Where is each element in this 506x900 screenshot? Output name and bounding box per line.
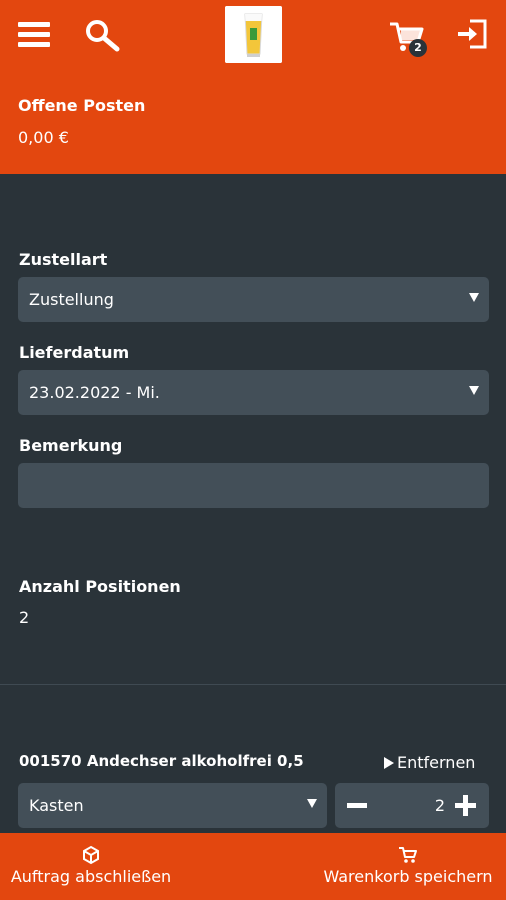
delivery-type-label: Zustellart bbox=[19, 250, 108, 269]
search-icon[interactable] bbox=[84, 18, 120, 54]
delivery-date-select[interactable]: 23.02.2022 - Mi. bbox=[18, 370, 489, 415]
plus-icon[interactable] bbox=[455, 795, 476, 816]
delivery-date-label: Lieferdatum bbox=[19, 343, 130, 362]
remove-item-link[interactable]: Entfernen bbox=[384, 753, 475, 772]
save-cart-button[interactable]: Warenkorb speichern bbox=[310, 833, 506, 900]
bottom-bar: Auftrag abschließen Warenkorb speichern bbox=[0, 833, 506, 900]
logout-icon[interactable] bbox=[456, 18, 488, 50]
open-items-value: 0,00 € bbox=[18, 128, 69, 147]
quantity-stepper: 2 bbox=[335, 783, 489, 828]
chevron-down-icon bbox=[469, 293, 479, 302]
box-icon bbox=[83, 845, 99, 865]
play-triangle-icon bbox=[384, 757, 394, 769]
remark-input[interactable] bbox=[18, 463, 489, 508]
divider bbox=[0, 684, 506, 685]
positions-count-value: 2 bbox=[19, 608, 30, 627]
delivery-type-value: Zustellung bbox=[29, 290, 114, 309]
top-bar: 2 Offene Posten 0,00 € bbox=[0, 0, 506, 174]
open-items-title: Offene Posten bbox=[18, 96, 146, 115]
save-cart-label: Warenkorb speichern bbox=[323, 867, 493, 886]
delivery-date-value: 23.02.2022 - Mi. bbox=[29, 383, 160, 402]
remove-item-label: Entfernen bbox=[397, 753, 476, 772]
chevron-down-icon bbox=[307, 799, 317, 808]
beer-glass-logo bbox=[225, 6, 282, 63]
positions-count-label: Anzahl Positionen bbox=[19, 577, 181, 596]
finish-order-label: Auftrag abschließen bbox=[10, 867, 172, 886]
hamburger-menu-icon[interactable] bbox=[18, 22, 50, 48]
delivery-type-select[interactable]: Zustellung bbox=[18, 277, 489, 322]
finish-order-button[interactable]: Auftrag abschließen bbox=[0, 833, 182, 900]
cart-icon bbox=[399, 847, 417, 863]
unit-select[interactable]: Kasten bbox=[18, 783, 327, 828]
chevron-down-icon bbox=[469, 386, 479, 395]
minus-icon[interactable] bbox=[347, 803, 367, 808]
remark-label: Bemerkung bbox=[19, 436, 123, 455]
item-title: 001570 Andechser alkoholfrei 0,5 bbox=[19, 752, 304, 770]
unit-select-value: Kasten bbox=[29, 796, 84, 815]
cart-count-badge: 2 bbox=[409, 39, 427, 57]
quantity-value[interactable]: 2 bbox=[415, 796, 445, 815]
